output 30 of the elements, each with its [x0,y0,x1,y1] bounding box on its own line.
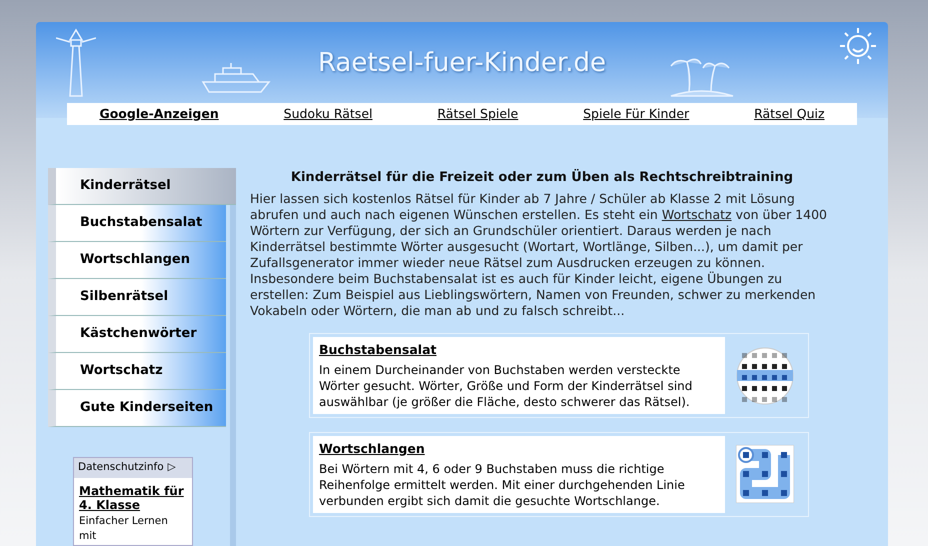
sidebar-item[interactable]: Wortschatz [48,352,226,390]
site-title: Raetsel-fuer-Kinder.de [318,47,606,80]
nav-link[interactable]: Rätsel Quiz [754,104,825,124]
ads-label: Google-Anzeigen [99,104,219,123]
nav-link[interactable]: Rätsel Spiele [437,104,518,124]
intro-paragraph: Hier lassen sich kostenlos Rätsel für Kinder ab 7 Jahre / Schüler ab Klasse 2 mit Lösung abrufen und auch nach eigenen Wünschen erstellen. Es steht ein Wortschatz von über 1400 Wörtern zur Verfügung, der sich an Grundschüler orientiert. Daraus werden je nach Kinderrätsel bestimmte Wörter ausgesucht (Wortart, Wortlänge, Silben...), um damit per Zufallsgenerator immer wieder neue Rätsel zum Ausdrucken erzeugen zu können. Insbesondere beim Buchstabensalat ist es auch für Kinder leicht, eigene Übungen zu erstellen: Zum Beispiel aus Lieblingswörtern, Namen von Freunden, schwer zu merkenden Vokabeln oder Wörtern, die man ab und zu falsch schreibt... [250,191,828,320]
nav-link[interactable]: Sudoku Rätsel [284,104,372,124]
word-snake-drawing [736,445,794,504]
sidebar-item[interactable]: Buchstabensalat [48,204,226,242]
vocabulary-link[interactable]: Wortschatz [662,207,732,222]
privacy-bar[interactable]: Datenschutzinfo ▷ [74,458,192,478]
nav-link[interactable]: Spiele Für Kinder [583,104,690,124]
card-title[interactable]: Buchstabensalat [319,341,719,360]
lighthouse-icon [56,26,96,98]
ship-icon [201,62,271,94]
card-description: Bei Wörtern mit 4, 6 oder 9 Buchstaben muss die richtige Reihenfolge ermittelt werden. Mit einer durchgehenden Linie verbunden ergibt sich damit die gesuchte Wortschlange. [319,460,686,509]
sidebar-item[interactable]: Gute Kinderseiten [48,390,226,427]
card-title[interactable]: Wortschlangen [319,440,719,459]
privacy-label: Datenschutzinfo [78,460,164,475]
ad-text: Einfacher Lernen mit [79,514,169,544]
sidebar-item[interactable]: Kästchenwörter [48,316,226,353]
sidebar-item[interactable]: Silbenrätsel [48,278,226,316]
page-heading: Kinderrätsel für die Freizeit oder zum Üben als Rechtschreibtraining [290,168,794,187]
sidebar-item[interactable]: Kinderrätsel [48,168,236,205]
sun-icon [838,26,878,66]
card-description: In einem Durcheinander von Buchstaben werden versteckte Wörter gesucht. Wörter, Größe und Form der Kinderrätsel sind auswählbar (je größer die Fläche, desto schwerer das Rätsel). [319,362,694,410]
sidebar-item[interactable]: Wortschlangen [48,242,226,279]
play-icon: ▷ [168,460,176,476]
ad-link[interactable]: Mathematik für 4. Klasse [79,484,187,512]
letter-grid-drawing [736,346,794,405]
